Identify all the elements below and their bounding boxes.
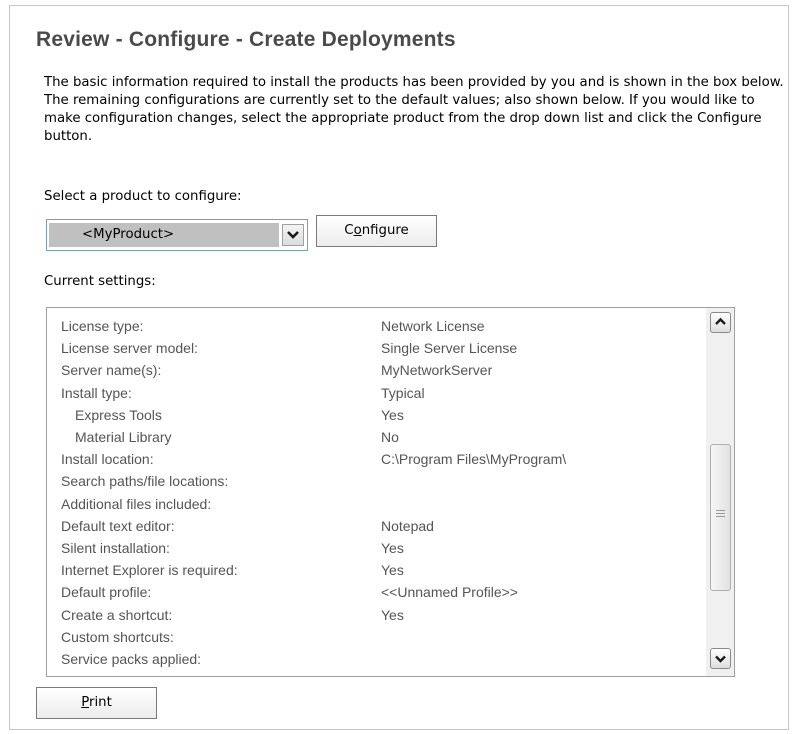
print-label-end: rint xyxy=(88,695,112,710)
vertical-scrollbar[interactable] xyxy=(706,308,734,676)
setting-value: Yes xyxy=(381,540,404,556)
configure-mnemonic: o xyxy=(353,223,362,238)
chevron-down-icon xyxy=(287,231,299,239)
configure-button[interactable]: Configure xyxy=(316,215,437,247)
chevron-down-icon xyxy=(715,655,726,663)
setting-value: C:\Program Files\MyProgram\ xyxy=(381,451,567,468)
setting-key: Create a shortcut: xyxy=(61,606,173,623)
setting-value: Yes xyxy=(381,406,404,423)
setting-value: Notepad xyxy=(381,517,434,534)
setting-key: Install location: xyxy=(61,451,154,468)
setting-key: Default text editor: xyxy=(61,517,175,534)
scroll-down-button[interactable] xyxy=(710,648,731,669)
scrollbar-thumb[interactable] xyxy=(710,444,731,591)
setting-value: Yes xyxy=(381,606,404,623)
configure-label-start: C xyxy=(344,223,354,238)
setting-key: Search paths/file locations: xyxy=(61,473,229,490)
setting-value: Typical xyxy=(381,384,425,401)
intro-text: The basic information required to instal… xyxy=(44,75,784,144)
setting-key: Service packs applied: xyxy=(61,651,202,667)
page-title: Review - Configure - Create Deployments xyxy=(36,28,456,51)
setting-key: Material Library xyxy=(75,429,172,445)
dropdown-arrow-button[interactable] xyxy=(282,224,304,246)
current-settings-label: Current settings: xyxy=(44,274,156,289)
setting-value: <<Unnamed Profile>> xyxy=(381,584,518,601)
setting-key: Internet Explorer is required: xyxy=(61,562,238,579)
print-mnemonic: P xyxy=(81,695,89,710)
setting-value: MyNetworkServer xyxy=(381,362,493,379)
setting-key: License server model: xyxy=(61,340,198,357)
setting-value: Single Server License xyxy=(381,340,518,357)
setting-value: Network License xyxy=(381,318,485,334)
setting-key: License type: xyxy=(61,318,144,334)
settings-list[interactable]: License type: Network License License serv… xyxy=(46,307,735,677)
scroll-up-button[interactable] xyxy=(710,312,731,333)
chevron-up-icon xyxy=(715,317,726,325)
setting-key: Silent installation: xyxy=(61,540,170,556)
setting-key: Express Tools xyxy=(75,406,162,423)
setting-value: No xyxy=(381,429,399,445)
configure-label-end: nfigure xyxy=(361,223,409,238)
grip-icon xyxy=(716,510,725,519)
setting-key: Default profile: xyxy=(61,584,152,601)
product-dropdown[interactable]: <MyProduct> xyxy=(46,219,308,251)
setting-key: Additional files included: xyxy=(61,495,212,512)
print-button[interactable]: Print xyxy=(36,687,157,719)
product-select-label: Select a product to configure: xyxy=(44,189,242,204)
setting-key: Custom shortcuts: xyxy=(61,628,174,645)
setting-value: Yes xyxy=(381,562,404,579)
setting-key: Server name(s): xyxy=(61,362,162,379)
setting-key: Install type: xyxy=(61,384,132,401)
dialog-frame: Review - Configure - Create Deployments … xyxy=(9,5,789,730)
product-dropdown-value: <MyProduct> xyxy=(49,223,279,247)
